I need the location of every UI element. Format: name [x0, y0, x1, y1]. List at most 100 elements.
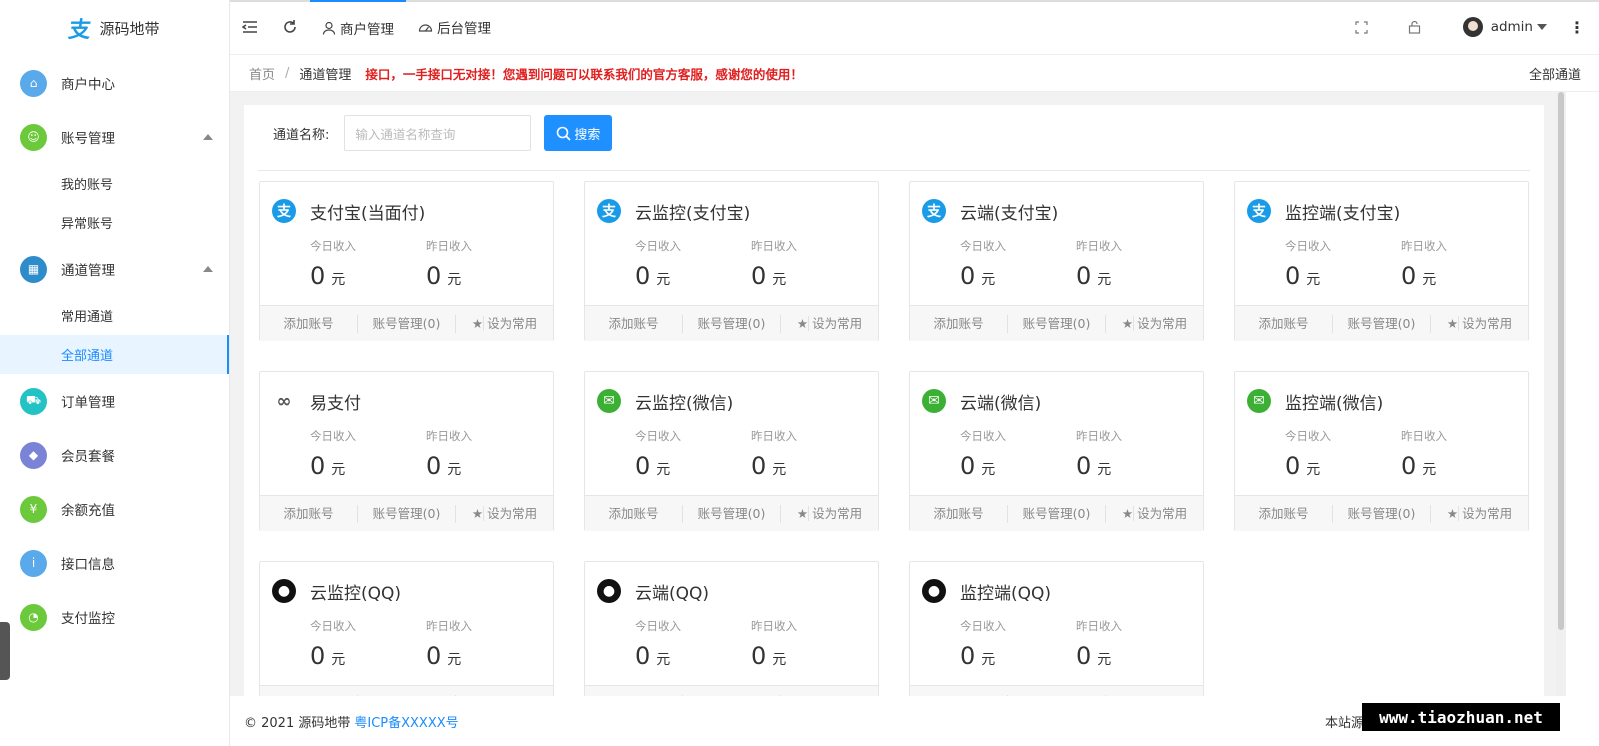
star-icon: ★ — [796, 505, 810, 521]
side-drawer-handle[interactable] — [0, 622, 10, 680]
today-income-number: 0 — [1285, 452, 1301, 480]
manage-account-button[interactable]: 账号管理(0) — [1008, 314, 1106, 333]
manage-account-button[interactable]: 账号管理(0) — [683, 504, 781, 523]
set-favorite-button[interactable]: ★设为常用 — [1431, 505, 1528, 523]
add-account-button[interactable]: 添加账号 — [585, 314, 683, 333]
manage-account-button[interactable]: 账号管理(0) — [1008, 694, 1106, 696]
channel-card: ✉ 云端(微信) 今日收入 昨日收入 0 元 0 元添加账号 账号管理(0) ★ 设为常用 — [909, 371, 1204, 531]
set-favorite-button[interactable]: ★设为常用 — [456, 505, 553, 523]
set-favorite-button[interactable]: ★设为常用 — [1106, 695, 1203, 697]
breadcrumb-home[interactable]: 首页 — [249, 64, 275, 83]
refresh-button[interactable] — [270, 0, 310, 55]
tab-merchant-label: 商户管理 — [340, 22, 394, 38]
set-favorite-button[interactable]: ★设为常用 — [1106, 315, 1203, 333]
sidebar-item[interactable]: ⌂ 商户中心 — [0, 56, 229, 110]
add-account-button[interactable]: 添加账号 — [260, 694, 358, 696]
today-income-label: 今日收入 — [310, 239, 356, 253]
sidebar-item[interactable]: ◔ 支付监控 — [0, 590, 229, 644]
add-account-button[interactable]: 添加账号 — [1235, 504, 1333, 523]
lock-icon — [1408, 20, 1420, 34]
notice-text: 接口，一手接口无对接！您遇到问题可以联系我们的官方客服，感谢您的使用！ — [365, 67, 803, 82]
manage-account-button[interactable]: 账号管理(0) — [358, 694, 456, 696]
yen-icon: ¥ — [20, 495, 47, 523]
unit: 元 — [656, 462, 671, 478]
manage-account-button[interactable]: 账号管理(0) — [683, 694, 781, 696]
today-income-label: 今日收入 — [635, 429, 681, 443]
sidebar-item[interactable]: ▦ 通道管理 — [0, 242, 229, 296]
set-favorite-button[interactable]: ★设为常用 — [781, 695, 878, 696]
add-account-button[interactable]: 添加账号 — [260, 314, 358, 333]
sidebar-subitem[interactable]: 常用通道 — [0, 296, 229, 335]
set-favorite-button[interactable]: ★设为常用 — [1106, 505, 1203, 523]
search-button[interactable]: 搜索 — [544, 115, 613, 151]
set-favorite-button[interactable]: ★设为常用 — [781, 505, 878, 523]
unit: 元 — [656, 272, 671, 288]
channel-card: ∞ 易支付 今日收入 昨日收入 0 元 0 元添加账号 账号管理(0) ★ 设为常用 — [259, 371, 554, 531]
set-favorite-label: 设为常用 — [1137, 696, 1187, 697]
icp-link[interactable]: 粤ICP备XXXXX号 — [354, 712, 458, 731]
manage-account-button[interactable]: 账号管理(0) — [1333, 504, 1431, 523]
add-account-button[interactable]: 添加账号 — [585, 694, 683, 696]
set-favorite-label: 设为常用 — [487, 315, 538, 331]
add-account-button[interactable]: 添加账号 — [910, 504, 1008, 523]
chevron-up-icon — [203, 134, 213, 140]
unit: 元 — [772, 652, 787, 668]
logo[interactable]: 支 源码地带 — [0, 0, 229, 56]
sidebar-item[interactable]: ◆ 会员套餐 — [0, 428, 229, 482]
manage-account-button[interactable]: 账号管理(0) — [1008, 504, 1106, 523]
unit: 元 — [331, 272, 346, 288]
manage-account-button[interactable]: 账号管理(0) — [358, 314, 456, 333]
set-favorite-label: 设为常用 — [1462, 315, 1513, 331]
add-account-button[interactable]: 添加账号 — [910, 694, 1008, 696]
set-favorite-button[interactable]: ★设为常用 — [456, 695, 553, 696]
set-favorite-button[interactable]: ★设为常用 — [1431, 315, 1528, 333]
sidebar-item-label: 余额充值 — [61, 503, 115, 519]
set-favorite-button[interactable]: ★设为常用 — [781, 315, 878, 333]
search-bar: 通道名称: 输入通道名称查询 搜索 — [273, 115, 613, 151]
yesterday-income-number: 0 — [751, 642, 767, 670]
today-income-label: 今日收入 — [960, 619, 1006, 633]
channel-card: 支云端(支付宝) 今日收入 昨日收入 0 元 0 元添加账号 账号管理(0) ★ 设为常用 — [909, 181, 1204, 341]
unit: 元 — [1306, 272, 1321, 288]
sidebar-nav: ⌂ 商户中心 ☺ 账号管理 我的账号 异常账号 ▦ 通道管理 常用通道 全部通道 ⛟ 订单管理 ◆ 会员套… — [0, 56, 229, 644]
set-favorite-button[interactable]: ★设为常用 — [456, 315, 553, 333]
add-account-button[interactable]: 添加账号 — [1235, 314, 1333, 333]
set-favorite-label: 设为常用 — [812, 505, 863, 521]
card-actions: 添加账号账号管理(0)★设为常用 — [260, 305, 553, 341]
tab-merchant[interactable]: 商户管理 — [310, 0, 406, 55]
chevron-up-icon — [203, 266, 213, 272]
menu-toggle-button[interactable] — [230, 0, 270, 55]
today-income-number: 0 — [635, 452, 651, 480]
sidebar-subitem[interactable]: 异常账号 — [0, 203, 229, 242]
lock-button[interactable] — [1388, 0, 1441, 55]
add-account-button[interactable]: 添加账号 — [910, 314, 1008, 333]
sidebar-item[interactable]: ☺ 账号管理 — [0, 110, 229, 164]
sidebar: 支 源码地带 ⌂ 商户中心 ☺ 账号管理 我的账号 异常账号 ▦ 通道管理 常用通道 全部通道 ⛟ 订… — [0, 0, 230, 746]
set-favorite-label: 设为常用 — [812, 315, 863, 331]
unit: 元 — [447, 272, 462, 288]
fullscreen-button[interactable] — [1335, 0, 1388, 55]
dashboard-icon — [418, 24, 433, 32]
search-input[interactable]: 输入通道名称查询 — [344, 115, 532, 151]
manage-account-button[interactable]: 账号管理(0) — [683, 314, 781, 333]
user-menu[interactable]: admin — [1441, 0, 1557, 55]
more-vertical-icon: ⋮ — [1569, 17, 1585, 37]
tab-admin[interactable]: 后台管理 — [406, 0, 503, 55]
manage-account-button[interactable]: 账号管理(0) — [358, 504, 456, 523]
scrollbar-thumb[interactable] — [1558, 92, 1564, 630]
sidebar-subitem[interactable]: 全部通道 — [0, 335, 229, 374]
sidebar-item[interactable]: ¥ 余额充值 — [0, 482, 229, 536]
yesterday-income-number: 0 — [1076, 262, 1092, 290]
more-button[interactable]: ⋮ — [1557, 0, 1599, 55]
sidebar-subitem[interactable]: 我的账号 — [0, 164, 229, 203]
unit: 元 — [1306, 462, 1321, 478]
sidebar-item[interactable]: ⛟ 订单管理 — [0, 374, 229, 428]
card-actions: 添加账号账号管理(0)★设为常用 — [260, 685, 553, 696]
footer-right-text: 本站源 — [1324, 716, 1364, 731]
add-account-button[interactable]: 添加账号 — [260, 504, 358, 523]
add-account-button[interactable]: 添加账号 — [585, 504, 683, 523]
sidebar-item[interactable]: i 接口信息 — [0, 536, 229, 590]
today-income-label: 今日收入 — [310, 429, 356, 443]
scrollbar[interactable] — [1556, 92, 1566, 696]
manage-account-button[interactable]: 账号管理(0) — [1333, 314, 1431, 333]
